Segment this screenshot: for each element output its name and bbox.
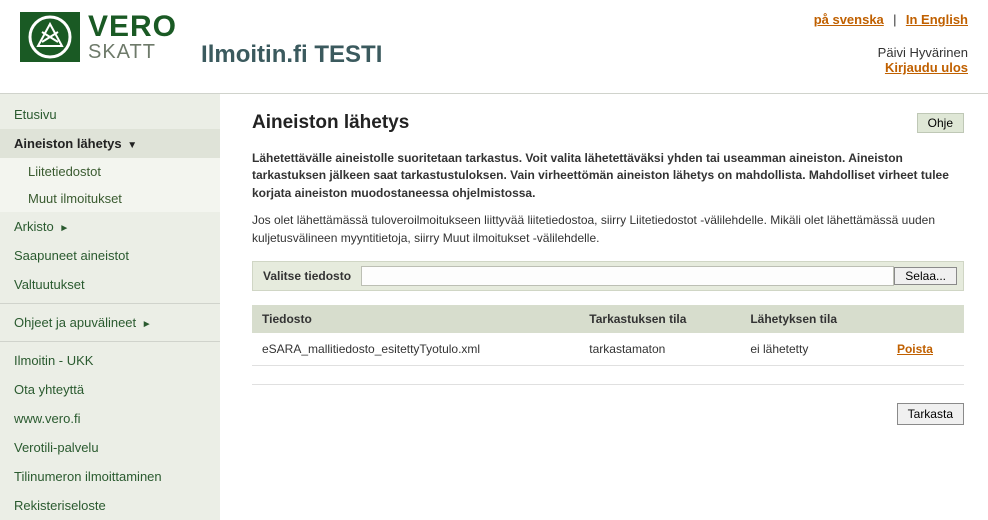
user-name: Päivi Hyvärinen xyxy=(814,45,968,60)
sidebar-item-ukk[interactable]: Ilmoitin - UKK xyxy=(0,346,220,375)
sidebar-item-verofi[interactable]: www.vero.fi xyxy=(0,404,220,433)
chevron-right-icon: ► xyxy=(59,223,69,234)
vero-logo-icon xyxy=(20,12,80,62)
remove-link[interactable]: Poista xyxy=(897,342,933,356)
site-title: Ilmoitin.fi TESTI xyxy=(201,41,382,69)
table-row: eSARA_mallitiedosto_esitettyTyotulo.xml … xyxy=(252,333,964,366)
logout-link[interactable]: Kirjaudu ulos xyxy=(885,60,968,75)
sidebar-item-valtuutukset[interactable]: Valtuutukset xyxy=(0,270,220,299)
header: VERO SKATT Ilmoitin.fi TESTI på svenska … xyxy=(0,0,988,94)
col-header-check: Tarkastuksen tila xyxy=(579,305,740,333)
check-button[interactable]: Tarkasta xyxy=(897,403,964,425)
sidebar-item-muut-ilmoitukset[interactable]: Muut ilmoitukset xyxy=(0,185,220,212)
file-select-label: Valitse tiedosto xyxy=(253,263,361,289)
main-content: Aineiston lähetys Ohje Lähetettävälle ai… xyxy=(220,94,988,520)
divider xyxy=(252,384,964,385)
logo-text-vero: VERO xyxy=(88,12,177,42)
sidebar: Etusivu Aineiston lähetys ▼ Liitetiedost… xyxy=(0,94,220,520)
lang-separator: | xyxy=(893,12,896,27)
file-table: Tiedosto Tarkastuksen tila Lähetyksen ti… xyxy=(252,305,964,366)
col-header-send: Lähetyksen tila xyxy=(740,305,887,333)
col-header-action xyxy=(887,305,964,333)
chevron-down-icon: ▼ xyxy=(127,140,137,151)
sidebar-item-arkisto[interactable]: Arkisto ► xyxy=(0,212,220,241)
language-links: på svenska | In English xyxy=(814,12,968,27)
col-header-file: Tiedosto xyxy=(252,305,579,333)
cell-check-status: tarkastamaton xyxy=(579,333,740,366)
file-input[interactable] xyxy=(361,266,894,286)
intro-paragraph-bold: Lähetettävälle aineistolle suoritetaan t… xyxy=(252,150,964,202)
browse-button[interactable]: Selaa... xyxy=(894,267,957,285)
sidebar-item-rekisteriseloste[interactable]: Rekisteriseloste xyxy=(0,491,220,520)
logo: VERO SKATT xyxy=(20,12,177,62)
chevron-right-icon: ► xyxy=(142,319,152,330)
sidebar-item-aineiston-lahetys[interactable]: Aineiston lähetys ▼ xyxy=(0,129,220,158)
sidebar-item-etusivu[interactable]: Etusivu xyxy=(0,100,220,129)
sidebar-item-tilinumero[interactable]: Tilinumeron ilmoittaminen xyxy=(0,462,220,491)
sidebar-item-verotili[interactable]: Verotili-palvelu xyxy=(0,433,220,462)
cell-filename: eSARA_mallitiedosto_esitettyTyotulo.xml xyxy=(252,333,579,366)
sidebar-item-saapuneet[interactable]: Saapuneet aineistot xyxy=(0,241,220,270)
page-title: Aineiston lähetys xyxy=(252,112,409,134)
sidebar-separator xyxy=(0,303,220,304)
lang-en-link[interactable]: In English xyxy=(906,12,968,27)
sidebar-item-ota-yhteytta[interactable]: Ota yhteyttä xyxy=(0,375,220,404)
cell-send-status: ei lähetetty xyxy=(740,333,887,366)
logo-text-skatt: SKATT xyxy=(88,42,177,62)
intro-paragraph-plain: Jos olet lähettämässä tuloveroilmoitukse… xyxy=(252,212,964,247)
sidebar-item-liitetiedostot[interactable]: Liitetiedostot xyxy=(0,158,220,185)
file-select-row: Valitse tiedosto Selaa... xyxy=(252,261,964,291)
lang-sv-link[interactable]: på svenska xyxy=(814,12,884,27)
help-button[interactable]: Ohje xyxy=(917,113,964,133)
sidebar-item-ohjeet[interactable]: Ohjeet ja apuvälineet ► xyxy=(0,308,220,337)
sidebar-separator xyxy=(0,341,220,342)
